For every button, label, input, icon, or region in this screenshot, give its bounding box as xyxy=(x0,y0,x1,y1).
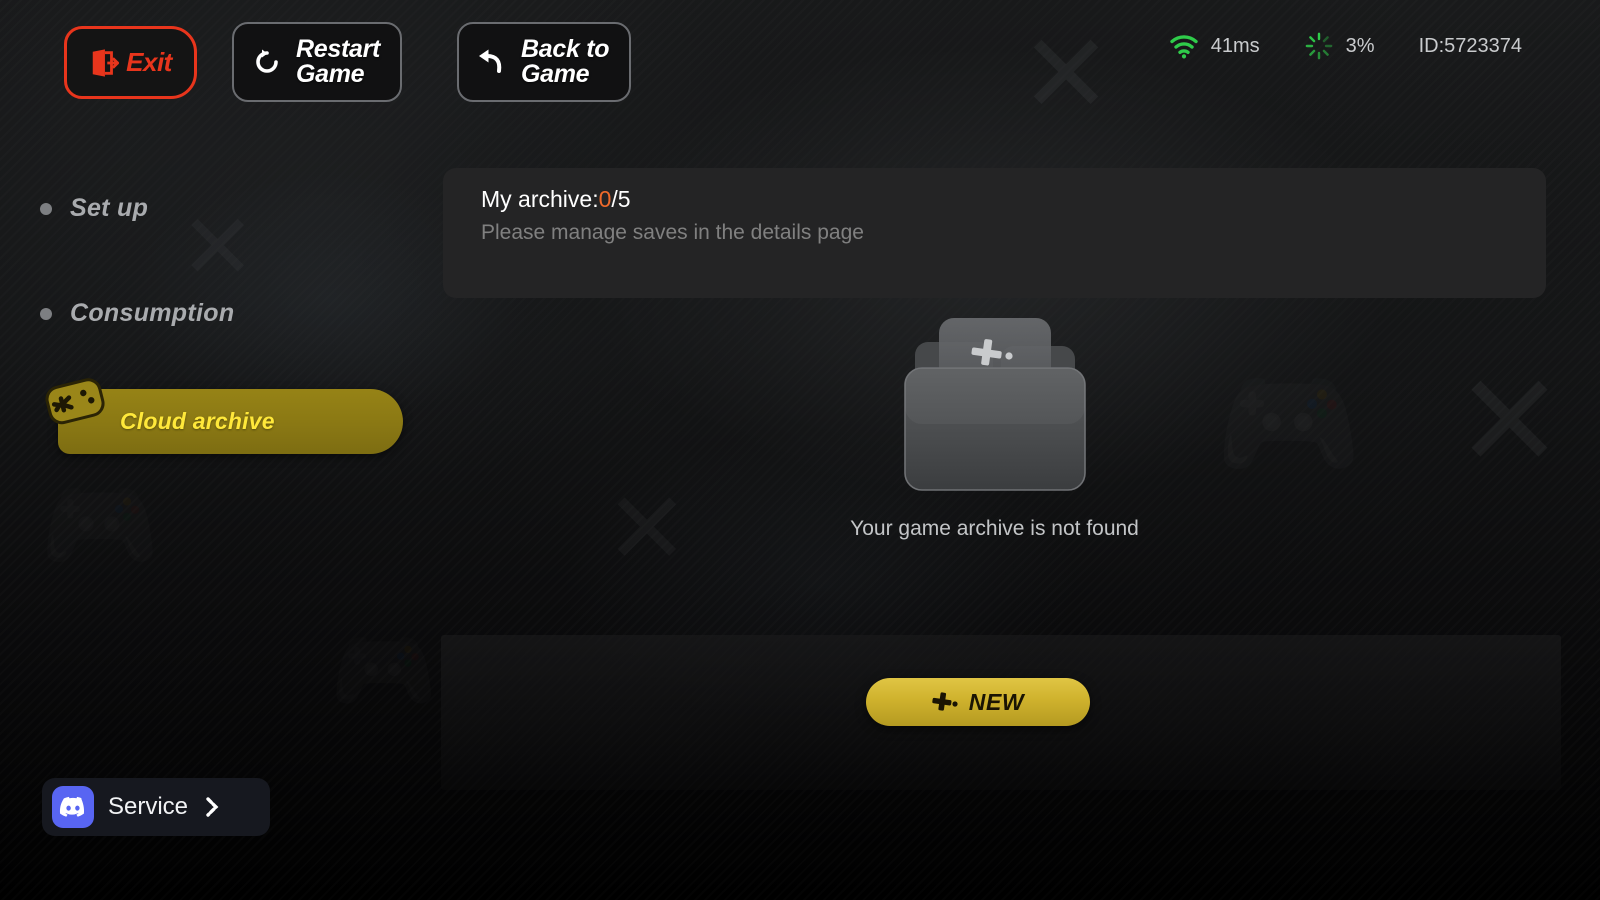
exit-button-label: Exit xyxy=(126,47,172,77)
gamepad-watermark-icon: 🎮 xyxy=(330,620,437,721)
sidebar-item-label: Cloud archive xyxy=(120,408,275,434)
sidebar-item-label: Consumption xyxy=(70,299,235,327)
service-button-label: Service xyxy=(108,793,189,820)
sidebar-item-cloud-archive[interactable]: Cloud archive xyxy=(45,378,403,454)
status-bar: 41ms 3% ID:5723374 xyxy=(1169,28,1522,64)
network-status: 41ms xyxy=(1169,32,1260,60)
door-exit-icon xyxy=(92,48,120,77)
load-status: 3% xyxy=(1304,32,1375,60)
gamepad-watermark-icon: 🎮 xyxy=(40,470,160,582)
back-to-game-label: Back to Game xyxy=(521,34,610,88)
archive-title-prefix: My archive: xyxy=(481,186,599,212)
new-archive-button[interactable]: NEW xyxy=(866,678,1090,726)
restart-game-button[interactable]: Restart Game xyxy=(232,22,403,102)
wifi-icon xyxy=(1170,35,1198,59)
latency-value: 41ms xyxy=(1210,34,1260,57)
chevron-right-icon xyxy=(206,797,219,817)
discord-glyph xyxy=(59,796,85,817)
empty-folder-icon xyxy=(903,318,1086,491)
restart-game-label: Restart Game xyxy=(296,34,381,88)
back-to-game-button[interactable]: Back to Game xyxy=(457,22,632,102)
discord-icon xyxy=(52,786,94,828)
archive-subtitle: Please manage saves in the details page xyxy=(481,221,864,244)
empty-state-message: Your game archive is not found xyxy=(850,517,1139,540)
load-percent-value: 3% xyxy=(1345,34,1375,57)
top-toolbar: Exit Restart Game Back to Game 41ms 3% I… xyxy=(0,0,1600,120)
archive-used-count: 0 xyxy=(598,186,612,212)
empty-state: Your game archive is not found xyxy=(443,310,1546,541)
exit-button[interactable]: Exit xyxy=(64,26,197,99)
bullet-dot-icon xyxy=(40,202,52,215)
archive-summary-card: My archive:0/5 Please manage saves in th… xyxy=(443,168,1546,298)
refresh-icon xyxy=(256,49,278,73)
new-archive-label: NEW xyxy=(968,688,1025,715)
sidebar-item-set-up[interactable]: Set up xyxy=(0,194,148,223)
back-arrow-icon xyxy=(479,49,502,73)
game-overlay-menu: ✕ ✕ ✕ ✕ 🎮 🎮 🎮 Exit Restart Game xyxy=(0,0,1600,900)
sidebar-item-consumption[interactable]: Consumption xyxy=(0,299,234,328)
device-id-value: ID:5723374 xyxy=(1418,34,1522,57)
archive-title: My archive:0/5 xyxy=(481,186,631,213)
archive-total-count: /5 xyxy=(611,186,631,212)
x-watermark-icon: ✕ xyxy=(180,195,255,300)
service-button[interactable]: Service xyxy=(42,778,270,836)
sidebar-item-label: Set up xyxy=(70,194,149,222)
spinner-icon xyxy=(1305,32,1333,60)
plus-icon xyxy=(932,692,958,711)
gamepad-icon xyxy=(45,378,105,425)
bullet-dot-icon xyxy=(40,307,52,320)
